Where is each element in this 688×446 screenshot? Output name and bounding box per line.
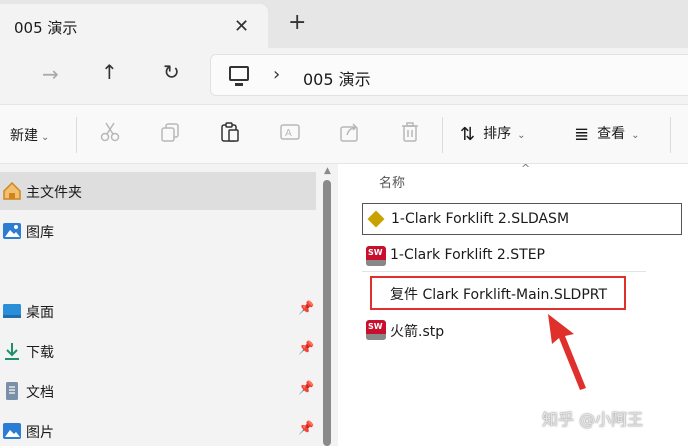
sidebar-scrollbar[interactable]: ▲ [318, 164, 338, 446]
new-tab-icon[interactable]: + [288, 10, 306, 35]
sidebar-item-label: 下载 [26, 345, 54, 361]
sidebar-item-desktop[interactable]: 桌面 📌 [0, 292, 316, 330]
annotation-arrow [548, 314, 586, 390]
toolbar-divider [442, 117, 443, 153]
tab-title: 005 演示 [14, 19, 78, 37]
chevron-down-icon: ⌄ [631, 130, 640, 141]
row-divider [362, 271, 646, 272]
desktop-icon [2, 301, 22, 321]
address-row: → ↑ ↻ › 005 演示 [0, 48, 688, 104]
solidworks-assembly-icon [367, 210, 387, 230]
pin-icon[interactable]: 📌 [298, 341, 314, 356]
new-button[interactable]: 新建 ⌄ [10, 125, 49, 145]
view-icon: ≣ [574, 124, 590, 145]
watermark: 知乎 @小阿王 [542, 410, 644, 429]
file-list-pane: 名称 ^ 1-Clark Forklift 2.SLDASM 1-Clark F… [338, 162, 688, 446]
sidebar-item-gallery[interactable]: 图库 [0, 212, 316, 250]
paste-icon[interactable] [219, 121, 241, 148]
pin-icon[interactable]: 📌 [298, 381, 314, 396]
forward-arrow-icon[interactable]: → [42, 62, 59, 86]
up-arrow-icon[interactable]: ↑ [101, 60, 118, 84]
gallery-icon [2, 221, 22, 241]
home-icon [2, 181, 22, 201]
file-row[interactable]: 1-Clark Forklift 2.SLDASM [362, 203, 682, 235]
new-label: 新建 [10, 128, 38, 144]
tab-005[interactable]: 005 演示 ✕ [0, 4, 268, 48]
sort-icon: ⇅ [460, 124, 476, 145]
pin-icon[interactable]: 📌 [298, 301, 314, 316]
sidebar-item-label: 图片 [26, 425, 54, 441]
sort-ascending-icon: ^ [521, 162, 531, 175]
pin-icon[interactable]: 📌 [298, 421, 314, 436]
solidworks-file-icon [366, 246, 386, 266]
toolbar-divider [670, 117, 671, 153]
chevron-down-icon: ⌄ [41, 132, 50, 143]
scrollbar-thumb[interactable] [323, 180, 331, 446]
sort-button[interactable]: ⇅ 排序 ⌄ [460, 123, 525, 145]
sidebar-item-label: 图库 [26, 225, 54, 241]
share-icon[interactable] [339, 121, 361, 148]
chevron-right-icon[interactable]: › [273, 64, 280, 85]
documents-icon [2, 381, 22, 401]
refresh-icon[interactable]: ↻ [163, 60, 180, 84]
view-label: 查看 [597, 126, 626, 142]
file-row[interactable]: 火箭.stp [362, 314, 682, 346]
sidebar-item-label: 主文件夹 [26, 185, 82, 201]
chevron-down-icon: ⌄ [517, 130, 526, 141]
file-name-renaming[interactable]: 复件 Clark Forklift-Main.SLDPRT [390, 284, 607, 304]
solidworks-file-icon [366, 320, 386, 340]
file-name: 1-Clark Forklift 2.STEP [390, 247, 545, 263]
delete-icon[interactable] [399, 121, 421, 148]
sidebar-item-pictures[interactable]: 图片 📌 [0, 412, 316, 446]
file-row[interactable]: 1-Clark Forklift 2.STEP [362, 240, 682, 272]
pictures-icon [2, 421, 22, 441]
svg-text:A: A [285, 128, 292, 139]
tab-bar: 005 演示 ✕ + [0, 0, 688, 48]
sidebar-item-label: 桌面 [26, 305, 54, 321]
cut-icon[interactable] [99, 121, 121, 148]
toolbar-divider [76, 117, 77, 153]
this-pc-icon[interactable] [229, 66, 249, 86]
file-name: 火箭.stp [390, 324, 445, 340]
sidebar-item-label: 文档 [26, 385, 54, 401]
sidebar-item-home[interactable]: 主文件夹 [0, 172, 316, 210]
download-icon [2, 341, 22, 361]
sidebar-item-downloads[interactable]: 下载 📌 [0, 332, 316, 370]
command-bar: 新建 ⌄ A ⇅ 排序 ⌄ ≣ 查看 ⌄ [0, 104, 688, 164]
file-name: 1-Clark Forklift 2.SLDASM [391, 211, 570, 227]
rename-icon[interactable]: A [279, 121, 301, 148]
scroll-up-icon[interactable]: ▲ [324, 166, 331, 176]
sort-label: 排序 [483, 126, 512, 142]
close-icon[interactable]: ✕ [234, 16, 249, 37]
address-bar[interactable]: › 005 演示 [210, 54, 688, 96]
rename-highlight-box[interactable]: 复件 Clark Forklift-Main.SLDPRT [370, 276, 626, 310]
breadcrumb-current-folder[interactable]: 005 演示 [303, 66, 371, 90]
view-button[interactable]: ≣ 查看 ⌄ [574, 123, 639, 145]
column-header-name[interactable]: 名称 [379, 172, 405, 191]
sidebar-item-documents[interactable]: 文档 📌 [0, 372, 316, 410]
copy-icon[interactable] [159, 121, 181, 148]
navigation-pane: 主文件夹 图库 桌面 📌 下载 📌 文档 📌 图片 📌 [0, 164, 318, 446]
